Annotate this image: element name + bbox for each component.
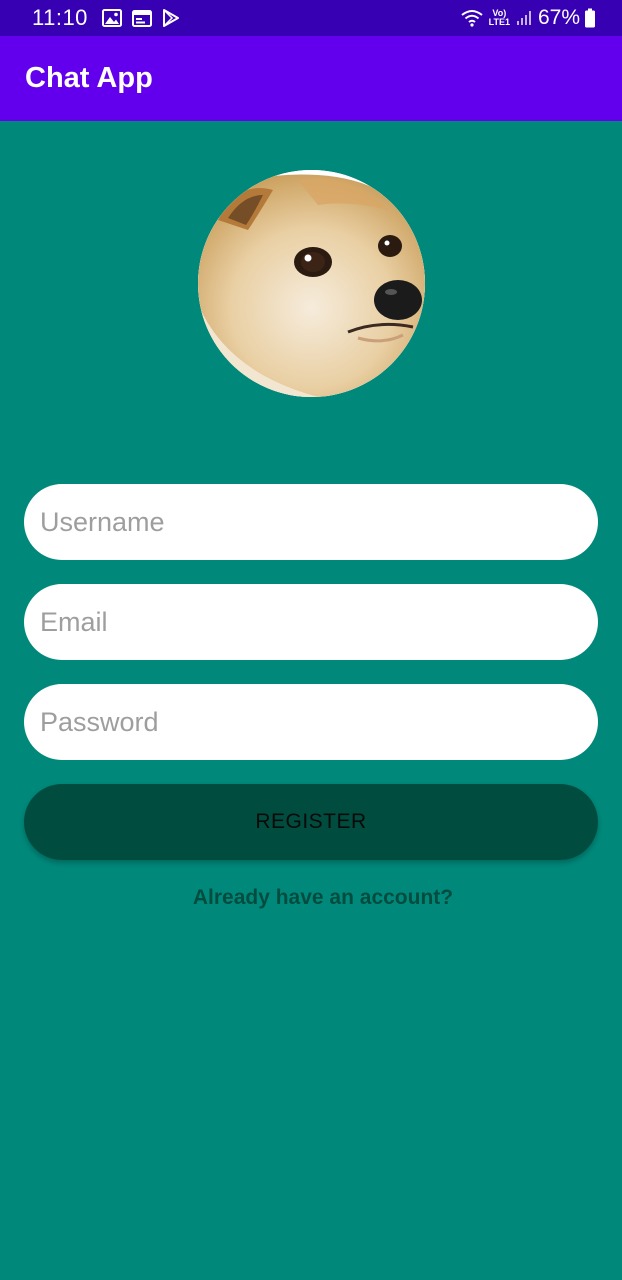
register-button[interactable]: REGISTER [24,784,598,860]
play-store-icon [162,9,180,27]
already-have-account-link[interactable]: Already have an account? [0,886,622,910]
status-bar-left: 11:10 [32,5,190,31]
battery-icon [584,8,596,28]
signal-icon [516,10,532,26]
status-bar: 11:10 Vo) LTE1 67% [0,0,622,36]
gallery-icon [101,9,122,27]
username-input[interactable] [24,484,598,560]
email-input[interactable] [24,584,598,660]
lte-label: LTE1 [488,17,510,27]
calendar-icon [131,9,152,27]
app-title: Chat App [25,62,153,94]
battery-percent: 67% [537,6,580,29]
profile-avatar[interactable] [198,170,425,397]
doge-avatar-image [198,170,425,397]
status-time: 11:10 [32,5,88,30]
status-bar-right: Vo) LTE1 67% [461,6,602,30]
app-bar: Chat App [0,36,622,121]
volte-lte-icon: Vo) LTE1 [489,9,510,27]
password-input[interactable] [24,684,598,760]
wifi-icon [461,9,483,27]
